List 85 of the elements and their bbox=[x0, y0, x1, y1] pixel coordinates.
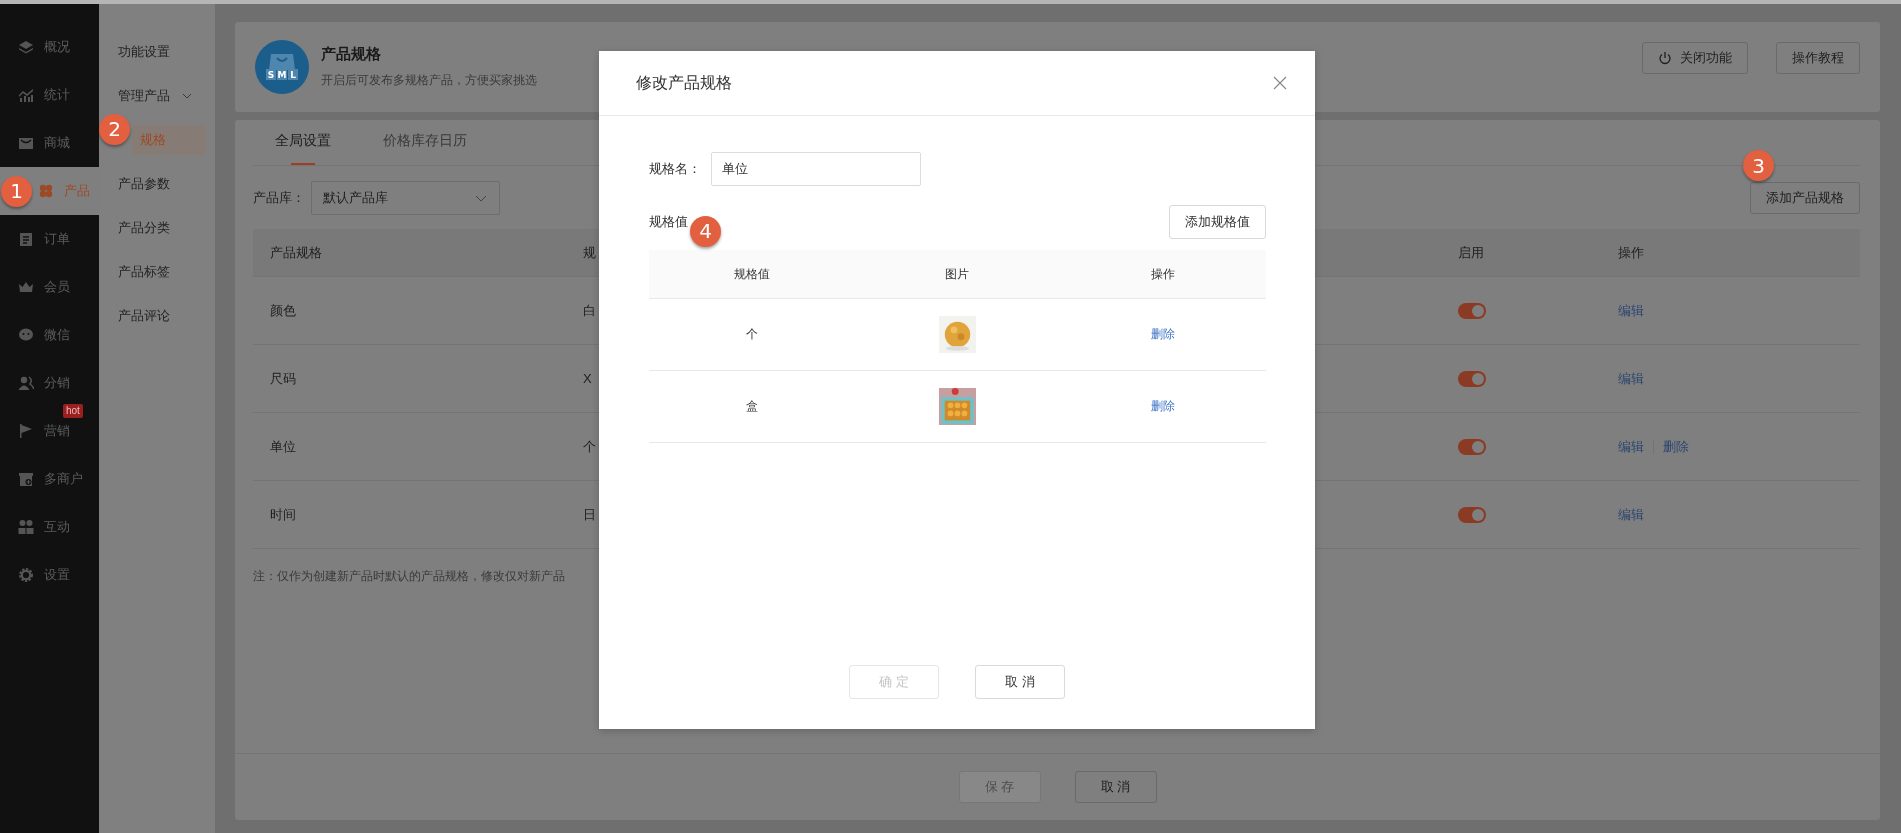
column-header: 启用 bbox=[1457, 243, 1485, 262]
table-cell-text: 个 bbox=[583, 437, 597, 456]
spec-name-field[interactable]: 单位 bbox=[711, 152, 921, 186]
field-label: 产品库： bbox=[253, 189, 305, 207]
table-cell-text: 白 bbox=[583, 301, 597, 320]
close-icon[interactable] bbox=[1273, 76, 1287, 90]
table-cell-text: 时间 bbox=[269, 505, 297, 524]
note-text: 注：仅作为创建新产品时默认的产品规格，修改仅对新产品 bbox=[253, 568, 566, 585]
submenu-item[interactable]: 产品标签 bbox=[110, 257, 203, 287]
table-cell-text: 日 bbox=[583, 505, 597, 524]
page-subtitle: 开启后可发布多规格产品，方便买家挑选 bbox=[321, 72, 537, 89]
sidebar-item[interactable]: 订单 bbox=[0, 226, 80, 252]
table-cell-text: 尺码 bbox=[269, 369, 297, 388]
edit-link[interactable]: 编辑 bbox=[1618, 505, 1644, 524]
store-icon bbox=[18, 471, 34, 487]
gear-icon bbox=[18, 567, 34, 583]
edit-link[interactable]: 编辑 bbox=[1618, 301, 1644, 320]
table-cell-text: X bbox=[583, 371, 593, 386]
submenu-item[interactable]: 规格 bbox=[132, 125, 206, 155]
shop-icon bbox=[18, 135, 34, 151]
layers-icon bbox=[18, 39, 34, 55]
users-icon bbox=[18, 375, 34, 391]
toggle-switch[interactable] bbox=[1458, 302, 1486, 319]
column-header: 产品规格 bbox=[269, 243, 323, 262]
field-label: 规格值 bbox=[649, 213, 688, 231]
page-title: 产品规格 bbox=[321, 45, 381, 64]
cancel-button[interactable]: 取 消 bbox=[1074, 771, 1157, 803]
flag-icon bbox=[18, 423, 34, 439]
tutorial-button[interactable]: 操作教程 bbox=[1776, 42, 1860, 74]
sidebar-item[interactable]: 微信 bbox=[0, 322, 80, 348]
delete-link[interactable]: 删除 bbox=[1151, 398, 1176, 415]
submenu-item[interactable]: 功能设置 bbox=[99, 30, 215, 74]
chevron-icon bbox=[182, 93, 192, 99]
tab[interactable]: 价格库存日历 bbox=[383, 132, 467, 165]
toggle-switch[interactable] bbox=[1458, 506, 1486, 523]
toggle-switch[interactable] bbox=[1458, 370, 1486, 387]
sidebar-item[interactable]: 商城 bbox=[0, 130, 80, 156]
table-cell: 盒 bbox=[745, 398, 758, 415]
tab[interactable]: 全局设置 bbox=[275, 132, 331, 165]
submenu-item[interactable]: 产品评论 bbox=[110, 301, 203, 331]
submenu-item[interactable]: 产品参数 bbox=[110, 169, 203, 199]
dialog-title: 修改产品规格 bbox=[636, 72, 732, 93]
edit-link[interactable]: 编辑 bbox=[1618, 437, 1644, 456]
sidebar-item[interactable]: 营销 bbox=[0, 418, 80, 444]
edit-link[interactable]: 编辑 bbox=[1618, 369, 1644, 388]
sidebar-item[interactable]: 互动 bbox=[0, 514, 80, 540]
column-header: 规格值 bbox=[732, 265, 771, 283]
chevron-icon bbox=[475, 194, 487, 202]
step-badge: 4 bbox=[690, 215, 721, 247]
sidebar-item[interactable]: 会员 bbox=[0, 274, 80, 300]
table-cell-text: 颜色 bbox=[269, 301, 297, 320]
sidebar-item[interactable]: 设置 bbox=[0, 562, 80, 588]
sidebar-item[interactable]: 分销 bbox=[0, 370, 80, 396]
close-feature-button[interactable]: 关闭功能 bbox=[1642, 42, 1748, 74]
step-badge: 2 bbox=[99, 113, 130, 145]
delete-link[interactable]: 删除 bbox=[1663, 437, 1689, 456]
chat-icon bbox=[18, 327, 34, 343]
library-select[interactable]: 默认产品库 bbox=[311, 181, 500, 215]
field-label: 规格名： bbox=[649, 160, 701, 178]
sidebar-item[interactable]: 多商户 bbox=[0, 466, 93, 492]
table-cell: 个 bbox=[745, 326, 758, 343]
table-cell-text: 单位 bbox=[269, 437, 297, 456]
column-header: 操作 bbox=[1150, 265, 1177, 283]
chart-icon bbox=[18, 87, 34, 103]
step-badge: 1 bbox=[1, 175, 32, 207]
logo-drawing: S M L bbox=[255, 40, 309, 94]
column-header: 规 bbox=[583, 243, 597, 262]
column-header: 图片 bbox=[944, 265, 971, 283]
people-icon bbox=[18, 519, 34, 535]
add-spec-button[interactable]: 添加产品规格 bbox=[1750, 182, 1860, 214]
clipboard-icon bbox=[18, 231, 34, 247]
delete-link[interactable]: 删除 bbox=[1151, 326, 1176, 343]
step-badge: 3 bbox=[1743, 150, 1774, 181]
cancel-button[interactable]: 取 消 bbox=[975, 665, 1065, 699]
product-icon bbox=[38, 183, 54, 199]
sidebar-item[interactable]: 产品 bbox=[32, 178, 100, 204]
sidebar-item[interactable]: 概况 bbox=[0, 34, 80, 60]
hot-badge: hot bbox=[63, 404, 83, 418]
submenu-item[interactable]: 产品分类 bbox=[110, 213, 203, 243]
sidebar-item[interactable]: 统计 bbox=[0, 82, 80, 108]
select-value: 默认产品库 bbox=[323, 189, 388, 207]
toggle-switch[interactable] bbox=[1458, 438, 1486, 455]
add-value-button[interactable]: 添加规格值 bbox=[1169, 205, 1266, 239]
power-icon bbox=[1658, 51, 1672, 65]
column-header: 操作 bbox=[1617, 243, 1645, 262]
